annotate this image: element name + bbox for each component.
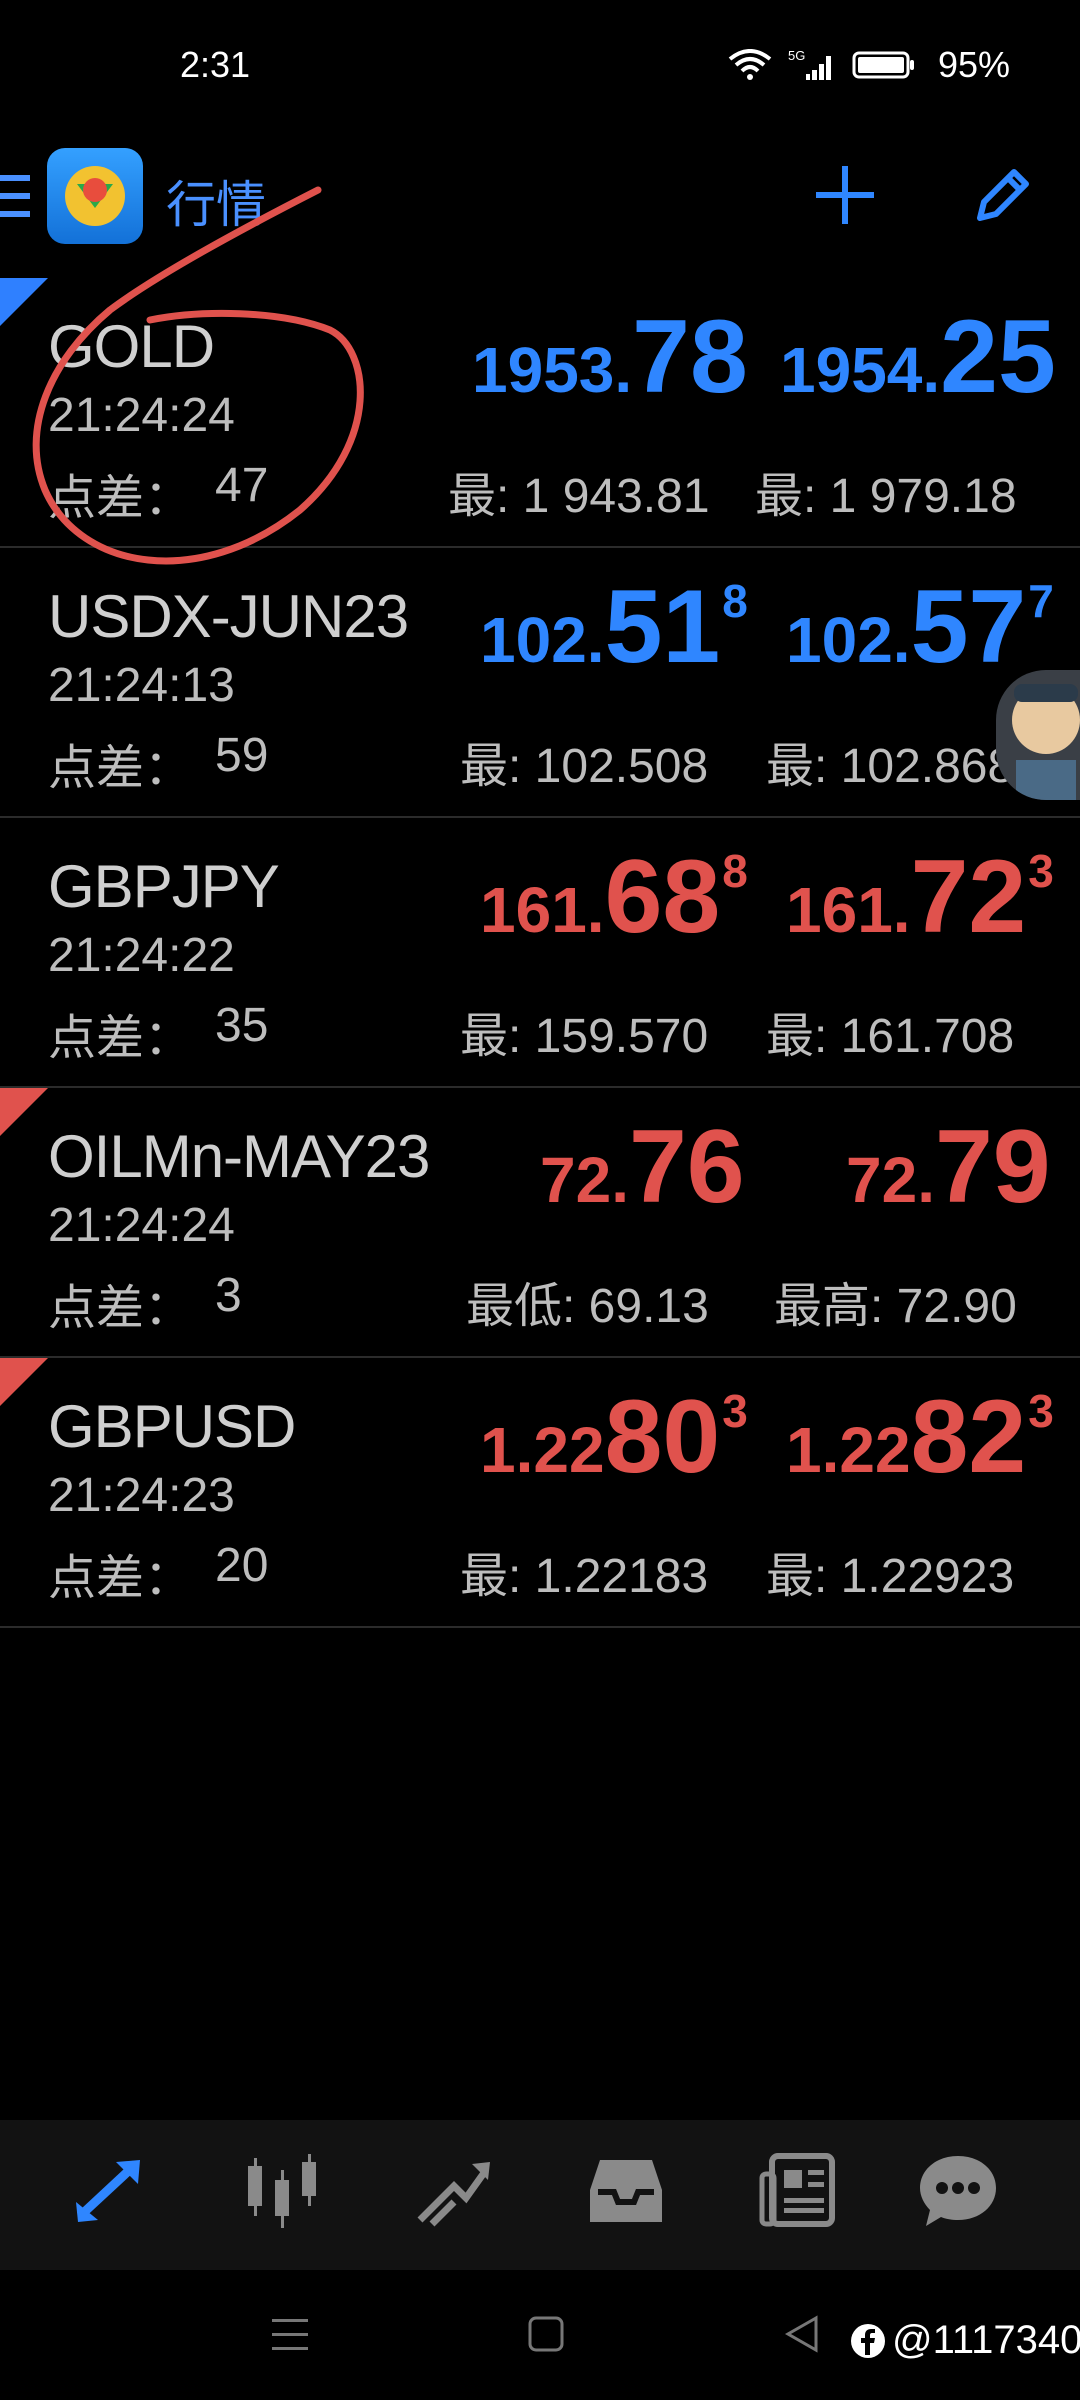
low-price: 最低: 69.13 bbox=[466, 1280, 709, 1333]
high-price: 最: 102.868 bbox=[766, 740, 1015, 793]
floating-avatar[interactable] bbox=[996, 670, 1080, 800]
wifi-icon bbox=[728, 49, 772, 80]
ask-price[interactable]: 1954.25 bbox=[780, 298, 1058, 417]
quote-row-oil[interactable]: OILMn-MAY23 21:24:24 点差： 3 72.76 72.79 最… bbox=[0, 1088, 1080, 1358]
battery-percent: 95% bbox=[937, 44, 1010, 85]
news-icon[interactable] bbox=[758, 2150, 838, 2235]
spread-value: 20 bbox=[215, 1539, 269, 1592]
facebook-icon bbox=[851, 2323, 885, 2358]
annotation-circle bbox=[32, 186, 364, 565]
spread-label: 点差： bbox=[48, 1012, 193, 1065]
plus-icon[interactable] bbox=[810, 160, 880, 235]
spread-value: 3 bbox=[215, 1269, 242, 1322]
low-price: 最: 159.570 bbox=[460, 1010, 709, 1063]
status-time: 2:31 bbox=[180, 44, 251, 85]
battery-icon bbox=[852, 51, 914, 79]
ask-price[interactable]: 161.723 bbox=[786, 838, 1054, 957]
symbol: OILMn-MAY23 bbox=[48, 1123, 430, 1190]
quote-time: 21:24:23 bbox=[48, 1469, 235, 1522]
high-price: 最: 161.708 bbox=[766, 1010, 1015, 1063]
spread-label: 点差： bbox=[48, 742, 193, 795]
status-icons: 5G 95% bbox=[728, 44, 1010, 86]
watermark-text: @1117340 bbox=[892, 2318, 1080, 2362]
chat-icon[interactable] bbox=[918, 2150, 998, 2235]
trend-icon[interactable] bbox=[414, 2150, 494, 2235]
svg-text:5G: 5G bbox=[788, 48, 805, 63]
high-price: 最高: 72.90 bbox=[774, 1280, 1017, 1333]
ask-price[interactable]: 1.22823 bbox=[786, 1378, 1054, 1497]
quote-row-gbpjpy[interactable]: GBPJPY 21:24:22 点差： 35 161.688 161.723 最… bbox=[0, 818, 1080, 1088]
low-price: 最: 1 943.81 bbox=[448, 470, 710, 523]
watermark: @1117340 bbox=[850, 2318, 1080, 2363]
quote-row-gbpusd[interactable]: GBPUSD 21:24:23 点差： 20 1.22803 1.22823 最… bbox=[0, 1358, 1080, 1628]
ask-price[interactable]: 102.577 bbox=[786, 568, 1054, 687]
low-price: 最: 102.508 bbox=[460, 740, 709, 793]
ask-price[interactable]: 72.79 bbox=[846, 1108, 1053, 1227]
high-price: 最: 1 979.18 bbox=[755, 470, 1017, 523]
direction-marker bbox=[0, 1358, 48, 1406]
symbol: GBPJPY bbox=[48, 853, 280, 920]
inbox-icon[interactable] bbox=[586, 2150, 666, 2235]
pencil-icon[interactable] bbox=[968, 160, 1038, 235]
spread-value: 35 bbox=[215, 999, 269, 1052]
spread-value: 59 bbox=[215, 729, 269, 782]
candlestick-icon[interactable] bbox=[242, 2150, 322, 2235]
back-icon[interactable] bbox=[784, 2314, 820, 2359]
low-price: 最: 1.22183 bbox=[460, 1550, 709, 1603]
signal-5g-icon: 5G bbox=[788, 48, 831, 80]
bid-price[interactable]: 1.22803 bbox=[480, 1378, 748, 1497]
quote-time: 21:24:13 bbox=[48, 659, 235, 712]
direction-marker bbox=[0, 1088, 48, 1136]
quotes-arrows-icon[interactable] bbox=[70, 2150, 150, 2235]
recent-apps-icon[interactable] bbox=[270, 2315, 310, 2360]
bid-price[interactable]: 102.518 bbox=[480, 568, 748, 687]
high-price: 最: 1.22923 bbox=[766, 1550, 1015, 1603]
bid-price[interactable]: 161.688 bbox=[480, 838, 748, 957]
quote-time: 21:24:24 bbox=[48, 1199, 235, 1252]
symbol: GBPUSD bbox=[48, 1393, 296, 1460]
bid-price[interactable]: 72.76 bbox=[540, 1108, 747, 1227]
spread-label: 点差： bbox=[48, 1552, 193, 1605]
quote-time: 21:24:22 bbox=[48, 929, 235, 982]
spread-label: 点差： bbox=[48, 1282, 193, 1335]
home-icon[interactable] bbox=[528, 2316, 564, 2357]
bid-price[interactable]: 1953.78 bbox=[472, 298, 750, 417]
